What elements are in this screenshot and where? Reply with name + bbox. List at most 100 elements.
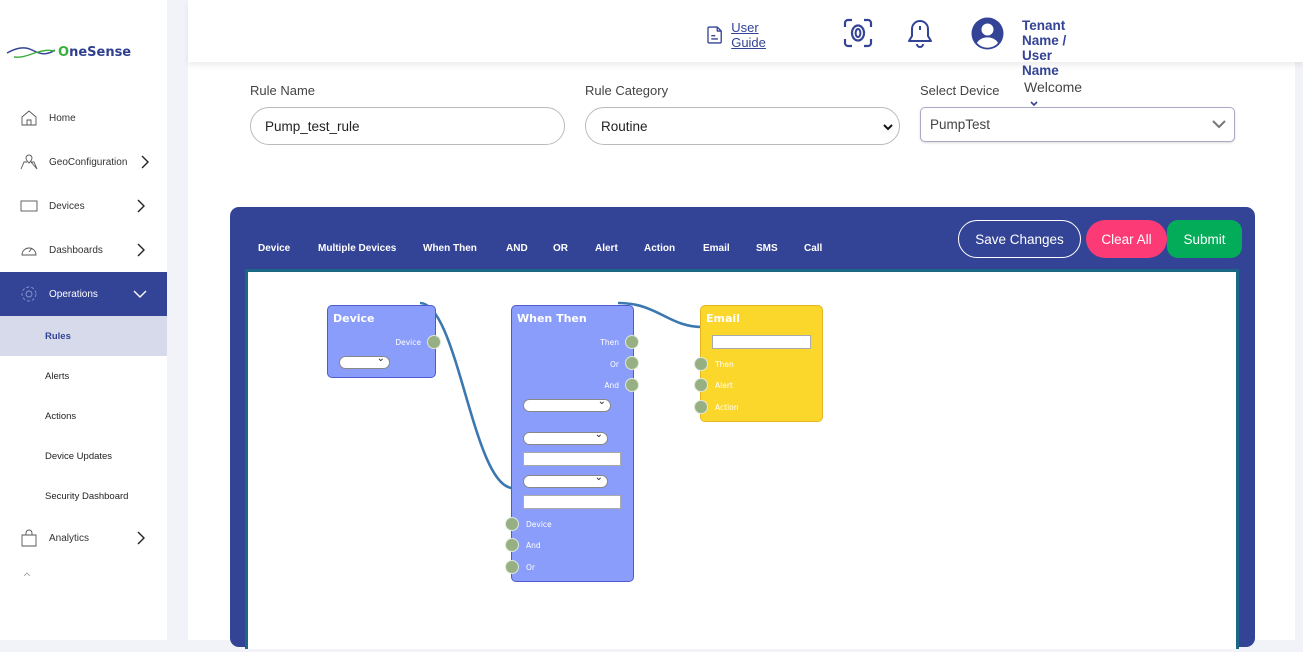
sidebar-subitem-security-dashboard[interactable]: Security Dashboard — [0, 476, 167, 516]
node-title: When Then — [517, 312, 587, 325]
when-then-select-3[interactable] — [523, 472, 608, 488]
sidebar-item-label: Devices — [49, 200, 85, 212]
brand-initial: O — [58, 44, 70, 60]
port-and-input[interactable] — [505, 538, 519, 552]
sidebar-item-geoconfiguration[interactable]: GeoConfiguration — [0, 140, 167, 184]
palette-device[interactable]: Device — [258, 243, 290, 254]
node-title: Device — [333, 312, 375, 325]
chevron-right-icon — [141, 155, 149, 169]
sidebar-subitem-actions[interactable]: Actions — [0, 396, 167, 436]
node-when-then[interactable]: When Then Then Or And Device And Or — [511, 305, 634, 582]
user-name: Tenant Name / User Name — [1022, 18, 1067, 78]
port-device-output[interactable] — [427, 335, 441, 349]
clear-all-button[interactable]: Clear All — [1086, 220, 1167, 258]
chevron-down-icon — [1030, 101, 1038, 107]
sidebar-item-dashboards[interactable]: Dashboards — [0, 228, 167, 272]
palette-multiple-devices[interactable]: Multiple Devices — [318, 243, 396, 254]
select-device-label: Select Device — [920, 83, 1000, 98]
port-alert-input[interactable] — [694, 378, 708, 392]
node-email[interactable]: Email Then Alert Action — [700, 305, 823, 422]
port-then-input[interactable] — [694, 357, 708, 371]
fingerprint-scan-icon[interactable] — [843, 18, 873, 48]
avatar-icon[interactable] — [971, 17, 1004, 50]
rule-name-input[interactable]: Pump_test_rule — [250, 107, 565, 145]
rule-name-value: Pump_test_rule — [265, 118, 360, 134]
rule-builder: Device Multiple Devices When Then AND OR… — [230, 207, 1255, 649]
sidebar-item-label: GeoConfiguration — [49, 156, 128, 168]
sidebar-item-operations[interactable]: Operations — [0, 272, 167, 316]
port-label: Or — [526, 563, 535, 572]
brand-name: OneSense — [58, 45, 131, 60]
user-menu[interactable]: Tenant Name / User Name Welcome — [1022, 18, 1082, 111]
document-icon — [707, 26, 722, 44]
sidebar-subitem-label: Alerts — [45, 370, 70, 382]
map-pin-icon — [20, 154, 38, 170]
chevron-down-icon — [133, 290, 147, 298]
submit-button[interactable]: Submit — [1167, 220, 1242, 258]
node-title: Email — [706, 312, 740, 325]
device-node-select[interactable] — [339, 353, 390, 369]
brand-rest: neSense — [69, 44, 132, 60]
when-then-select-1[interactable] — [523, 396, 611, 412]
when-then-input-1[interactable] — [523, 452, 621, 466]
sidebar-item-label: Analytics — [49, 532, 90, 544]
sidebar-subitem-device-updates[interactable]: Device Updates — [0, 436, 167, 476]
onesense-logo[interactable]: OneSense — [6, 44, 131, 60]
port-or-input[interactable] — [505, 560, 519, 574]
port-label: Or — [610, 360, 619, 369]
partial-icon — [23, 572, 31, 577]
rule-name-label: Rule Name — [250, 83, 316, 98]
monitor-icon — [20, 200, 38, 212]
palette-alert[interactable]: Alert — [595, 243, 618, 254]
port-device-input[interactable] — [505, 517, 519, 531]
sidebar-item-devices[interactable]: Devices — [0, 184, 167, 228]
sidebar-item-analytics[interactable]: Analytics — [0, 516, 167, 560]
palette-or[interactable]: OR — [553, 243, 568, 254]
rule-category-select[interactable]: Routine — [585, 107, 900, 145]
port-then-output[interactable] — [625, 335, 639, 349]
chevron-down-icon — [883, 124, 893, 131]
palette-when-then[interactable]: When Then — [423, 243, 477, 254]
when-then-select-2[interactable] — [523, 429, 608, 445]
palette-sms[interactable]: SMS — [756, 243, 778, 254]
port-label: And — [526, 541, 541, 550]
rule-canvas[interactable]: Device Device When Then Then Or And Devi… — [245, 269, 1239, 649]
select-device-value: PumpTest — [930, 117, 991, 132]
rule-category-value: Routine — [601, 118, 648, 134]
port-label: Then — [600, 338, 619, 347]
bell-icon[interactable] — [906, 18, 934, 48]
rule-category-label: Rule Category — [585, 83, 669, 98]
port-label: Then — [715, 360, 734, 369]
user-guide-link[interactable]: User Guide — [706, 20, 775, 50]
port-or-output[interactable] — [625, 356, 639, 370]
port-action-input[interactable] — [694, 400, 708, 414]
user-guide-label[interactable]: User Guide — [731, 20, 774, 50]
email-address-input[interactable] — [712, 335, 811, 349]
palette-and[interactable]: AND — [506, 243, 528, 254]
shopping-bag-icon — [21, 529, 37, 547]
port-label: Alert — [715, 381, 733, 390]
port-and-output[interactable] — [625, 378, 639, 392]
when-then-input-2[interactable] — [523, 495, 621, 509]
gear-icon — [21, 286, 37, 302]
sidebar-item-home[interactable]: Home — [0, 96, 167, 140]
sidebar-subitem-rules[interactable]: Rules — [0, 316, 167, 356]
wave-logo-icon — [6, 47, 56, 58]
select-device-dropdown[interactable]: PumpTest — [920, 107, 1235, 142]
port-label: Device — [395, 338, 421, 347]
sidebar-subitem-alerts[interactable]: Alerts — [0, 356, 167, 396]
welcome-label: Welcome — [1024, 79, 1083, 95]
sidebar-item-label: Operations — [49, 288, 98, 300]
palette-action[interactable]: Action — [644, 243, 675, 254]
save-changes-button[interactable]: Save Changes — [958, 220, 1081, 258]
node-device[interactable]: Device Device — [327, 305, 436, 378]
sidebar: OneSense Home GeoConfiguration Devices D… — [0, 0, 167, 640]
chevron-down-icon — [1212, 120, 1226, 129]
welcome-dropdown[interactable]: Welcome — [1024, 79, 1082, 111]
palette-email[interactable]: Email — [703, 243, 730, 254]
speedometer-icon — [21, 247, 37, 256]
palette-call[interactable]: Call — [804, 243, 822, 254]
sidebar-subitem-label: Security Dashboard — [45, 490, 129, 502]
port-label: Action — [715, 403, 739, 412]
home-icon — [21, 110, 37, 126]
